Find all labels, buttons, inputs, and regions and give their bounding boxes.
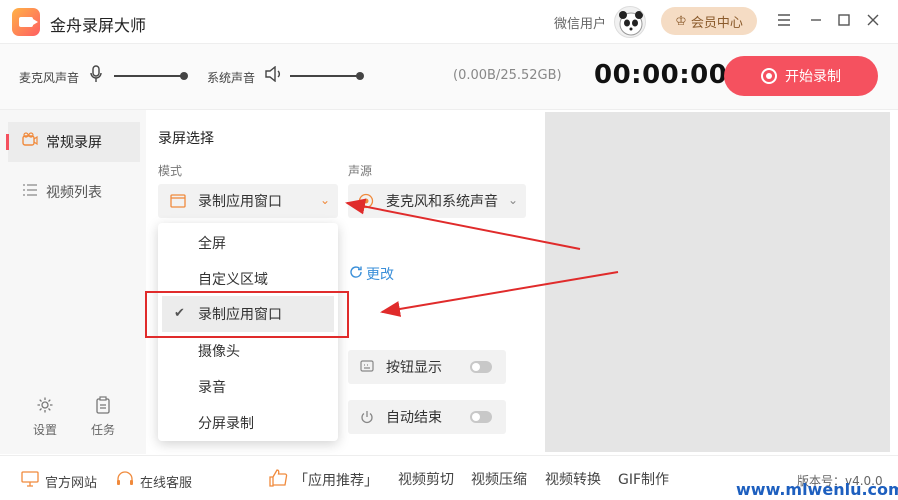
footer-link-video-convert[interactable]: 视频转换 [545, 469, 601, 489]
mic-volume-label: 麦克风声音 [19, 71, 80, 85]
settings-label: 设置 [32, 423, 57, 437]
mic-volume-slider[interactable] [114, 72, 188, 80]
tasks-button[interactable]: 任务 [83, 396, 123, 438]
crown-icon: ♔ [675, 13, 687, 29]
chevron-down-icon: ⌄ [507, 193, 518, 207]
online-support-link[interactable]: 在线客服 [116, 471, 192, 491]
system-volume-label: 系统声音 [207, 71, 256, 85]
record-timer: 00:00:00 [594, 60, 728, 90]
title-bar: 金舟录屏大师 微信用户 ♔ 会员中心 [0, 0, 898, 44]
sound-source-icon [358, 193, 374, 213]
official-website-label: 官方网站 [45, 475, 98, 491]
change-label: 更改 [366, 267, 394, 283]
section-title: 录屏选择 [158, 131, 214, 147]
vip-center-button[interactable]: ♔ 会员中心 [661, 7, 757, 35]
auto-end-option: 自动结束 [348, 400, 506, 434]
button-display-option: 按钮显示 [348, 350, 506, 384]
speaker-icon[interactable] [265, 65, 283, 86]
sidebar-item-regular-record[interactable]: 常规录屏 [6, 122, 140, 162]
dropdown-item-audio[interactable]: 录音 [158, 369, 338, 405]
app-title: 金舟录屏大师 [50, 16, 147, 35]
annotation-highlight-box [145, 291, 349, 338]
mode-select-value: 录制应用窗口 [198, 194, 282, 210]
app-recommend: 「应用推荐」 [268, 469, 378, 491]
keyboard-icon [360, 360, 374, 376]
app-recommend-label: 「应用推荐」 [294, 473, 378, 489]
footer-link-video-cut[interactable]: 视频剪切 [398, 469, 454, 489]
auto-end-label: 自动结束 [386, 410, 442, 426]
source-select[interactable]: 麦克风和系统声音 ⌄ [348, 184, 526, 218]
preview-area [545, 112, 890, 452]
sidebar-item-video-list[interactable]: 视频列表 [8, 172, 140, 212]
button-display-toggle[interactable] [470, 361, 492, 373]
dropdown-item-camera[interactable]: 摄像头 [158, 333, 338, 369]
storage-info: (0.00B/25.52GB) [453, 68, 562, 83]
vip-label: 会员中心 [690, 15, 743, 31]
source-label: 声源 [348, 164, 373, 178]
settings-button[interactable]: 设置 [25, 396, 65, 438]
mode-label: 模式 [158, 164, 183, 178]
auto-end-toggle[interactable] [470, 411, 492, 423]
record-icon [761, 68, 777, 84]
sidebar-item-label: 视频列表 [46, 185, 102, 201]
official-website-link[interactable]: 官方网站 [21, 471, 97, 491]
record-mode-icon [22, 132, 38, 152]
panda-avatar-icon [619, 11, 643, 36]
list-icon [22, 183, 38, 201]
system-slider-handle[interactable] [356, 72, 364, 80]
record-toolbar: 麦克风声音 系统声音 (0.00B/25.52GB) 00:00:00 开始录制 [0, 44, 898, 110]
gear-icon [25, 396, 65, 417]
footer-link-video-compress[interactable]: 视频压缩 [471, 469, 527, 489]
close-icon[interactable] [864, 11, 882, 29]
button-display-label: 按钮显示 [386, 360, 442, 376]
monitor-icon [21, 471, 39, 491]
user-name[interactable]: 微信用户 [554, 13, 606, 32]
avatar[interactable] [614, 6, 646, 38]
refresh-icon [349, 265, 363, 283]
sidebar-item-label: 常规录屏 [46, 135, 102, 151]
minimize-icon[interactable] [807, 11, 825, 29]
window-icon [170, 193, 186, 213]
source-select-value: 麦克风和系统声音 [386, 194, 498, 210]
thumbs-up-icon [268, 469, 288, 491]
mic-slider-handle[interactable] [180, 72, 188, 80]
clipboard-icon [83, 396, 123, 417]
system-volume-slider[interactable] [290, 72, 364, 80]
dropdown-item-fullscreen[interactable]: 全屏 [158, 225, 338, 261]
maximize-icon[interactable] [835, 11, 853, 29]
change-link[interactable]: 更改 [349, 264, 394, 284]
app-logo-icon [12, 8, 40, 36]
start-record-label: 开始录制 [785, 69, 841, 85]
menu-icon[interactable] [775, 11, 793, 29]
footer-link-gif-maker[interactable]: GIF制作 [618, 469, 669, 489]
microphone-icon[interactable] [90, 65, 102, 87]
tasks-label: 任务 [90, 423, 115, 437]
power-icon [360, 410, 374, 428]
online-support-label: 在线客服 [140, 475, 193, 491]
headset-icon [116, 471, 134, 491]
chevron-down-icon: ⌄ [319, 193, 330, 207]
dropdown-item-split-screen[interactable]: 分屏录制 [158, 405, 338, 441]
mode-select[interactable]: 录制应用窗口 ⌄ [158, 184, 338, 218]
start-record-button[interactable]: 开始录制 [724, 56, 878, 96]
watermark: www.mlwenlu.com [736, 480, 898, 499]
